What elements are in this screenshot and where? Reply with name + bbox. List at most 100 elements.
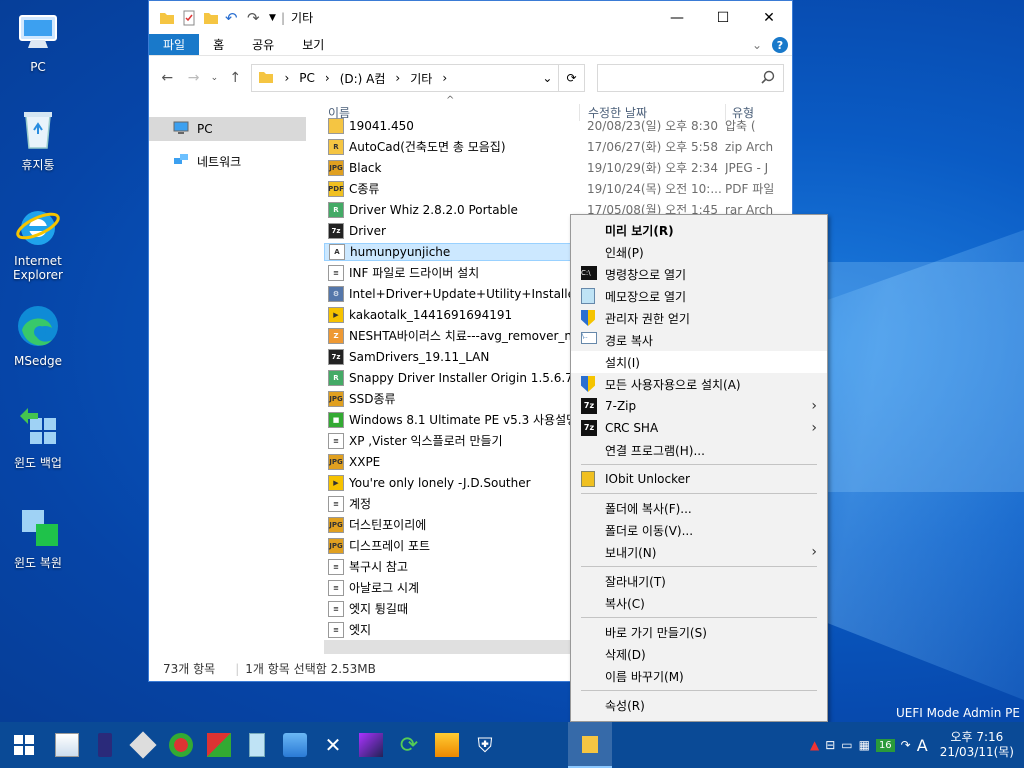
- taskbar-app-monitor[interactable]: [48, 722, 86, 768]
- taskbar-app-disk[interactable]: [124, 722, 162, 768]
- menu-item[interactable]: IObit Unlocker: [571, 468, 827, 490]
- taskbar-app-partition[interactable]: [162, 722, 200, 768]
- menu-item[interactable]: 잘라내기(T): [571, 570, 827, 592]
- taskbar-app-media[interactable]: [352, 722, 390, 768]
- file-row[interactable]: R AutoCad(건축도면 총 모음집) 17/06/27(화) 오후 5:58 z…: [324, 136, 790, 157]
- menu-item[interactable]: 연결 프로그램(H)...: [571, 439, 827, 461]
- tray-share-icon[interactable]: ↷: [901, 738, 911, 752]
- horizontal-scrollbar[interactable]: [324, 640, 574, 654]
- clock[interactable]: 오후 7:16 21/03/11(목): [940, 730, 1014, 760]
- back-button[interactable]: ←: [157, 70, 177, 86]
- undo-icon[interactable]: ↶: [225, 10, 241, 26]
- 7z-icon: 7z: [581, 398, 597, 414]
- menu-item[interactable]: 이름 바꾸기(M): [571, 665, 827, 687]
- taskbar-app-refresh[interactable]: ⟳: [390, 722, 428, 768]
- desktop-icon-window-backup[interactable]: 윈도 백업: [6, 402, 70, 471]
- tray-display-icon[interactable]: ▭: [841, 738, 852, 752]
- start-button[interactable]: [0, 722, 48, 768]
- properties-icon[interactable]: [181, 10, 197, 26]
- up-button[interactable]: ↑: [225, 70, 245, 86]
- menu-item-label: 경로 복사: [605, 333, 653, 348]
- desktop-icon-internet-explorer[interactable]: Internet Explorer: [6, 202, 70, 282]
- taskbar-app-files[interactable]: [238, 722, 276, 768]
- address-dropdown-icon[interactable]: ⌄: [542, 71, 552, 85]
- forward-button[interactable]: →: [183, 70, 203, 86]
- tab-home[interactable]: 홈: [199, 34, 238, 55]
- menu-item[interactable]: 복사(C): [571, 592, 827, 614]
- redo-icon[interactable]: ↷: [247, 10, 263, 26]
- refresh-button[interactable]: ⟳: [558, 64, 585, 92]
- taskbar-app-security[interactable]: ⛨: [466, 722, 504, 768]
- menu-item[interactable]: 모든 사용자용으로 설치(A): [571, 373, 827, 395]
- menu-item[interactable]: \.. 경로 복사: [571, 329, 827, 351]
- ime-indicator[interactable]: A: [917, 736, 928, 755]
- tray-network-icon[interactable]: ⊟: [825, 738, 835, 752]
- shield-icon: [581, 310, 597, 326]
- taskbar-app-phone[interactable]: [86, 722, 124, 768]
- breadcrumb-drive[interactable]: (D:) A컴: [340, 70, 386, 87]
- maximize-button[interactable]: ☐: [700, 1, 746, 34]
- menu-item[interactable]: 7z CRC SHA ›: [571, 417, 827, 439]
- desktop-icon-pc[interactable]: PC: [6, 8, 70, 74]
- rar-icon: R: [328, 369, 344, 386]
- menu-item[interactable]: 7z 7-Zip ›: [571, 395, 827, 417]
- path-icon: \..: [581, 332, 597, 348]
- menu-item[interactable]: 인쇄(P): [571, 241, 827, 263]
- address-bar[interactable]: › PC › (D:) A컴 › 기타 › ⌄: [251, 64, 560, 92]
- file-row[interactable]: PDF C종류 19/10/24(목) 오전 10:... PDF 파일: [324, 178, 790, 199]
- menu-item[interactable]: 속성(R): [571, 694, 827, 716]
- taskbar-app-network[interactable]: [276, 722, 314, 768]
- tray-warning-icon[interactable]: ▲: [810, 738, 819, 752]
- taskbar-app-tools[interactable]: ✕: [314, 722, 352, 768]
- taskbar-app-transfer[interactable]: [428, 722, 466, 768]
- menu-separator: [581, 617, 817, 618]
- file-date: 17/06/27(화) 오후 5:58: [587, 140, 718, 154]
- tab-view[interactable]: 보기: [288, 34, 338, 55]
- menu-item[interactable]: 폴더로 이동(V)...: [571, 519, 827, 541]
- chevron-down-icon[interactable]: ⌄: [210, 73, 219, 83]
- menu-item[interactable]: 바로 가기 만들기(S): [571, 621, 827, 643]
- file-name-cell: ≡ 엣지 튕길때: [324, 600, 579, 617]
- nav-item-label: PC: [197, 122, 213, 136]
- minimize-button[interactable]: —: [654, 1, 700, 34]
- file-name-cell: ▶ You're only lonely -J.D.Souther: [324, 474, 579, 491]
- taskbar-app-backup[interactable]: [200, 722, 238, 768]
- desktop-icon-recycle-bin[interactable]: 휴지통: [6, 104, 70, 173]
- tray-grid-icon[interactable]: ▦: [859, 738, 870, 752]
- folder-icon[interactable]: [159, 10, 175, 26]
- file-name-cell: ≡ 복구시 참고: [324, 558, 579, 575]
- menu-item[interactable]: 메모장으로 열기: [571, 285, 827, 307]
- new-folder-icon[interactable]: [203, 10, 219, 26]
- file-name-cell: 7z SamDrivers_19.11_LAN: [324, 348, 579, 365]
- menu-item[interactable]: C:\ 명령창으로 열기: [571, 263, 827, 285]
- menu-item[interactable]: 미리 보기(R): [571, 219, 827, 241]
- chevron-down-icon[interactable]: ▼: [269, 10, 277, 26]
- chevron-right-icon: ›: [811, 398, 817, 414]
- close-button[interactable]: ✕: [746, 1, 792, 34]
- search-input[interactable]: [596, 64, 784, 92]
- help-icon[interactable]: ?: [772, 37, 788, 53]
- tab-file[interactable]: 파일: [149, 34, 200, 55]
- nav-item-pc[interactable]: PC: [149, 117, 306, 141]
- file-row[interactable]: JPG Black 19/10/29(화) 오후 2:34 JPEG - J: [324, 157, 790, 178]
- tab-share[interactable]: 공유: [238, 34, 288, 55]
- menu-item[interactable]: 삭제(D): [571, 643, 827, 665]
- chevron-down-icon[interactable]: ⌄: [752, 38, 762, 52]
- nav-item-network[interactable]: 네트워크: [149, 149, 309, 173]
- menu-item[interactable]: 폴더에 복사(F)...: [571, 497, 827, 519]
- monitor-icon: [14, 8, 62, 56]
- menu-item[interactable]: 보내기(N) ›: [571, 541, 827, 563]
- tray-badge[interactable]: 16: [875, 738, 895, 752]
- menu-item[interactable]: 관리자 권한 얻기: [571, 307, 827, 329]
- breadcrumb-folder[interactable]: 기타: [410, 70, 432, 87]
- taskbar-app-explorer[interactable]: [568, 722, 612, 768]
- desktop-icon-window-restore[interactable]: 윈도 복원: [6, 502, 70, 571]
- desktop-icon-msedge[interactable]: MSedge: [6, 302, 70, 368]
- file-name-cell: ≡ 계정: [324, 495, 579, 512]
- column-name[interactable]: 이름: [324, 104, 579, 121]
- transfer-icon: [435, 733, 459, 757]
- breadcrumb-pc[interactable]: PC: [299, 71, 315, 85]
- cmd-icon: C:\: [581, 266, 597, 282]
- menu-item[interactable]: 설치(I): [571, 351, 827, 373]
- text-icon: ≡: [328, 579, 344, 596]
